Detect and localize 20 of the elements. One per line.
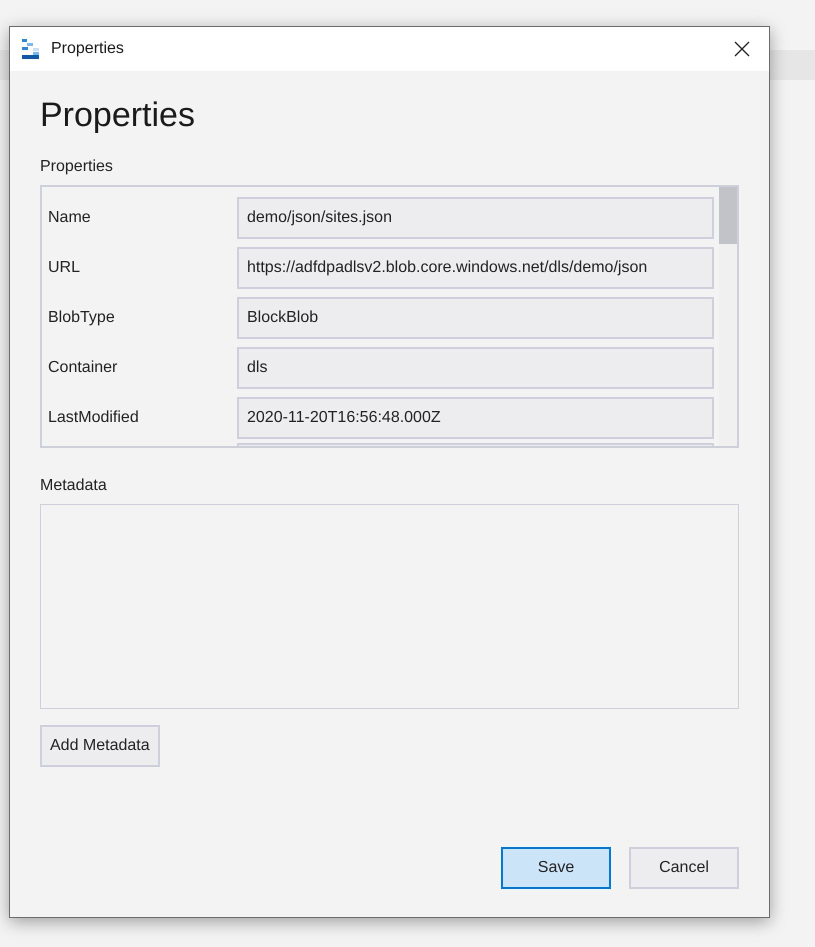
section-label: Metadata — [40, 476, 108, 496]
property-name: Container — [48, 358, 118, 378]
input-field[interactable]: 2020-11-20T16:56:48.000Z — [237, 397, 714, 439]
add-metadata-button[interactable]: Add Metadata — [40, 725, 160, 767]
dialog-button[interactable]: Cancel — [629, 847, 739, 889]
dialog-button[interactable]: Save — [501, 847, 611, 889]
property-name: URL — [48, 258, 82, 278]
input-field[interactable]: demo/json/sites.json — [237, 197, 714, 239]
app-icon — [22, 39, 42, 59]
scrollbar-thumb[interactable] — [719, 187, 737, 244]
section-label: Properties — [40, 157, 114, 177]
close-icon — [734, 41, 750, 57]
property-name: Name — [48, 208, 92, 228]
window-title: Properties — [51, 39, 124, 59]
input-field[interactable]: BlockBlob — [237, 297, 714, 339]
property-name: LastModified — [48, 408, 140, 428]
input-field[interactable]: dls — [237, 347, 714, 389]
dialog-heading: Properties — [40, 95, 196, 136]
input-field[interactable]: https://adfdpadlsv2.blob.core.windows.net/dls/demo/json — [237, 247, 714, 289]
property-name: BlobType — [48, 308, 116, 328]
